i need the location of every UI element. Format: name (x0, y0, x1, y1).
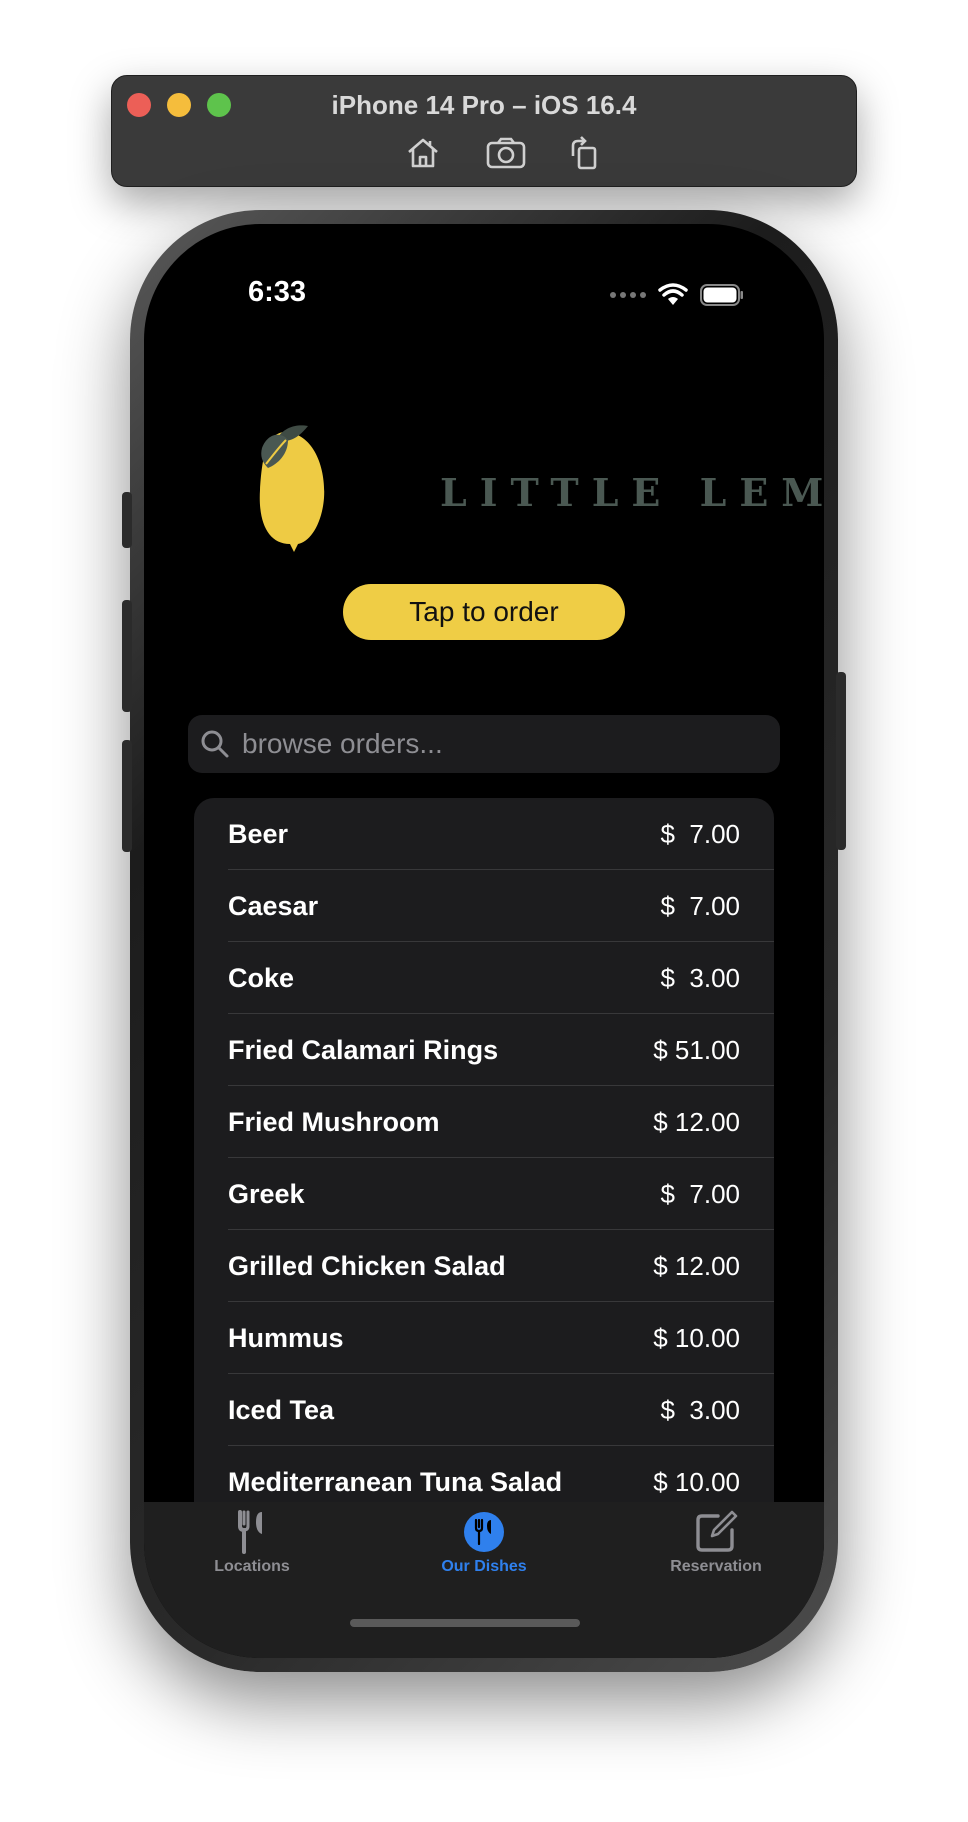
menu-item-price: $ 3.00 (660, 962, 740, 993)
menu-item-name: Beer (228, 818, 289, 849)
tab-label: Locations (214, 1558, 290, 1575)
menu-item-price: $ 7.00 (660, 890, 740, 921)
menu-item[interactable]: Caesar $ 7.00 (194, 870, 774, 942)
menu-item-price: $ 51.00 (653, 1034, 740, 1065)
menu-item-price: $ 3.00 (660, 1394, 740, 1425)
tab-bar: Locations Our Dishes Reservation (144, 1502, 824, 1658)
cellular-signal-icon (610, 292, 646, 298)
fork-knife-icon (238, 1510, 262, 1554)
search-bar[interactable] (188, 715, 780, 773)
simulator-title: iPhone 14 Pro – iOS 16.4 (331, 90, 637, 120)
menu-item-name: Grilled Chicken Salad (228, 1250, 506, 1281)
tab-locations[interactable]: Locations (162, 1510, 342, 1590)
volume-down-button (122, 740, 132, 852)
search-input[interactable] (240, 727, 760, 761)
power-button (836, 672, 846, 850)
home-icon[interactable] (403, 134, 443, 172)
logo-text: LITTLE LEMON (440, 470, 824, 515)
menu-item[interactable]: Beer $ 7.00 (194, 798, 774, 870)
menu-item-name: Coke (228, 962, 295, 993)
battery-icon (700, 284, 743, 306)
menu-list[interactable]: Beer $ 7.00 Caesar $ 7.00 Coke $ 3.00 Fried… (194, 798, 774, 1558)
menu-item[interactable]: Fried Calamari Rings $ 51.00 (194, 1014, 774, 1086)
menu-item-name: Fried Calamari Rings (228, 1034, 499, 1065)
menu-item[interactable]: Grilled Chicken Salad $ 12.00 (194, 1230, 774, 1302)
menu-item-price: $ 10.00 (653, 1322, 740, 1353)
simulator-toolbar: iPhone 14 Pro – iOS 16.4 (111, 75, 857, 187)
mute-switch (122, 492, 132, 548)
tap-to-order-button[interactable]: Tap to order (343, 584, 625, 640)
tab-reservation[interactable]: Reservation (626, 1510, 806, 1590)
menu-item[interactable]: Coke $ 3.00 (194, 942, 774, 1014)
little-lemon-logo: LITTLE LEMON (238, 418, 824, 558)
lemon-icon (259, 425, 325, 552)
menu-item-name: Iced Tea (228, 1394, 335, 1425)
rotate-icon[interactable] (563, 134, 603, 172)
menu-item[interactable]: Fried Mushroom $ 12.00 (194, 1086, 774, 1158)
tab-label: Our Dishes (441, 1558, 527, 1575)
menu-item-name: Mediterranean Tuna Salad (228, 1466, 563, 1497)
menu-item-name: Caesar (228, 890, 319, 921)
search-icon (201, 730, 229, 758)
menu-item[interactable]: Hummus $ 10.00 (194, 1302, 774, 1374)
phone-screen: 6:33 LITTLE LEMON Tap to order (144, 224, 824, 1658)
screenshot-icon[interactable] (482, 134, 530, 172)
volume-up-button (122, 600, 132, 712)
tab-label: Reservation (670, 1558, 762, 1575)
status-indicators (610, 278, 744, 312)
menu-item-name: Fried Mushroom (228, 1106, 440, 1137)
dynamic-island (384, 260, 582, 320)
menu-item-name: Hummus (228, 1322, 344, 1353)
menu-item-name: Greek (228, 1178, 305, 1209)
compose-icon (696, 1510, 738, 1552)
tab-our-dishes[interactable]: Our Dishes (394, 1510, 574, 1590)
menu-item[interactable]: Greek $ 7.00 (194, 1158, 774, 1230)
menu-item-price: $ 10.00 (653, 1466, 740, 1497)
menu-item-price: $ 12.00 (653, 1106, 740, 1137)
status-time: 6:33 (248, 276, 307, 308)
home-indicator[interactable] (350, 1619, 580, 1627)
menu-item[interactable]: Iced Tea $ 3.00 (194, 1374, 774, 1446)
menu-item-price: $ 7.00 (660, 1178, 740, 1209)
menu-item-price: $ 7.00 (660, 818, 740, 849)
fork-knife-circle-icon (464, 1512, 504, 1552)
menu-item-price: $ 12.00 (653, 1250, 740, 1281)
wifi-icon (658, 283, 688, 305)
